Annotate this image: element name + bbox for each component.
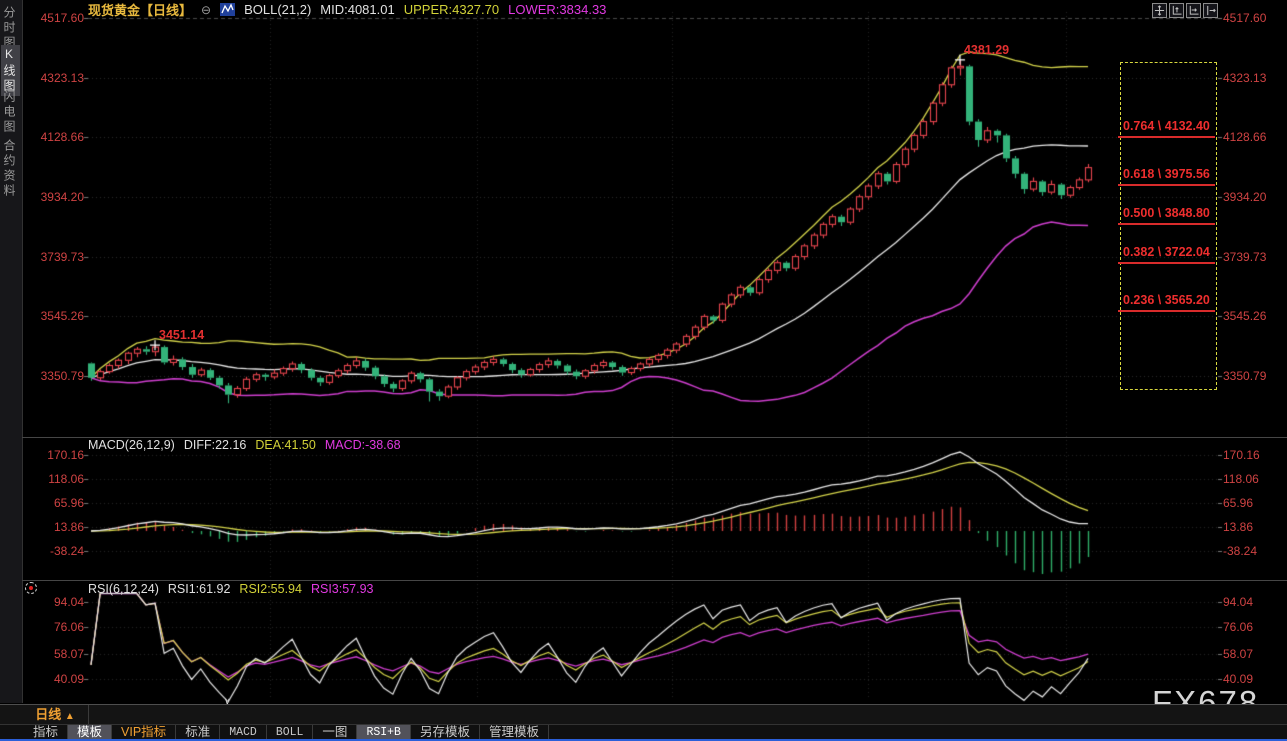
chart-canvas[interactable]	[0, 0, 1287, 741]
macd-axis-label-right: 118.06	[1223, 472, 1259, 486]
tab-boll[interactable]: BOLL	[267, 725, 314, 740]
price-axis-label-right: 4517.60	[1223, 11, 1266, 25]
fib-level-line[interactable]	[1118, 262, 1215, 264]
fib-level-label: 0.500 \ 3848.80	[1123, 206, 1210, 220]
boll-name-label: BOLL(21,2)	[244, 2, 311, 17]
price-axis-label-right: 4323.13	[1223, 71, 1266, 85]
panel-separator-macd-rsi	[22, 580, 1287, 581]
fib-level-line[interactable]	[1118, 223, 1215, 225]
boll-lower-value: LOWER:3834.33	[508, 2, 606, 17]
price-axis-label-left: 4128.66	[20, 130, 84, 144]
boll-upper-value: UPPER:4327.70	[404, 2, 499, 17]
tab-rsi-b[interactable]: RSI+B	[357, 725, 411, 740]
rsi-panel-marker-icon[interactable]	[25, 582, 37, 594]
sidebar-item-lightning-chart[interactable]: 闪电图	[1, 88, 20, 137]
boll-indicator-icon	[220, 3, 235, 16]
price-axis-label-right: 3934.20	[1223, 190, 1266, 204]
rsi-axis-label-right: 76.06	[1223, 620, 1253, 634]
price-axis-label-right: 4128.66	[1223, 130, 1266, 144]
chart-header: 现货黄金【日线】 ⊖ BOLL(21,2) MID:4081.01 UPPER:…	[88, 1, 606, 18]
local-high-annotation: 3451.14	[159, 328, 204, 342]
macd-axis-label-left: 170.16	[20, 448, 84, 462]
tab-indicators[interactable]: 指标	[24, 725, 68, 740]
fib-level-label: 0.618 \ 3975.56	[1123, 167, 1210, 181]
rsi3-value: RSI3:57.93	[311, 582, 374, 596]
macd-axis-label-left: -38.24	[20, 544, 84, 558]
fib-level-line[interactable]	[1118, 136, 1215, 138]
macd-axis-label-right: 65.96	[1223, 496, 1253, 510]
fib-level-label: 0.764 \ 4132.40	[1123, 119, 1210, 133]
rsi-axis-label-right: 94.04	[1223, 595, 1253, 609]
tab-save-template[interactable]: 另存模板	[411, 725, 480, 740]
zoom-y-axis-button[interactable]	[1169, 3, 1184, 18]
rsi-panel-header: RSI(6,12,24) RSI1:61.92 RSI2:55.94 RSI3:…	[88, 582, 374, 596]
macd-axis-label-right: 170.16	[1223, 448, 1260, 462]
boll-mid-value: MID:4081.01	[320, 2, 394, 17]
collapse-indicator-icon[interactable]: ⊖	[201, 3, 211, 17]
price-axis-label-left: 3739.73	[20, 250, 84, 264]
fib-level-line[interactable]	[1118, 310, 1215, 312]
data-gap-marker-icon: ∨	[224, 696, 231, 707]
fibonacci-retracement-box[interactable]	[1120, 62, 1217, 390]
peak-price-annotation: 4381.29	[964, 43, 1009, 57]
symbol-title: 现货黄金【日线】	[88, 0, 192, 19]
chart-app: 分时图 K线图 闪电图 合约资料 现货黄金【日线】 ⊖ BOLL(21,2) M…	[0, 0, 1287, 741]
period-selector[interactable]: 日线 ▲	[22, 705, 89, 724]
tab-macd[interactable]: MACD	[220, 725, 267, 740]
rsi1-value: RSI1:61.92	[168, 582, 231, 596]
rsi-axis-label-left: 94.04	[20, 595, 84, 609]
tab-standard[interactable]: 标准	[176, 725, 220, 740]
rsi-axis-label-right: 58.07	[1223, 647, 1253, 661]
macd-panel-header: MACD(26,12,9) DIFF:22.16 DEA:41.50 MACD:…	[88, 438, 401, 452]
fib-level-line[interactable]	[1118, 184, 1215, 186]
macd-axis-label-left: 65.96	[20, 496, 84, 510]
price-axis-label-left: 3545.26	[20, 309, 84, 323]
price-axis-label-left: 4323.13	[20, 71, 84, 85]
tab-manage-templates[interactable]: 管理模板	[480, 725, 549, 740]
tab-vip-indicators[interactable]: VIP指标	[112, 725, 176, 740]
price-axis-label-left: 3350.79	[20, 369, 84, 383]
tab-templates[interactable]: 模板	[68, 725, 112, 740]
rsi-axis-label-left: 58.07	[20, 647, 84, 661]
time-axis-row: 日线 ▲	[0, 704, 1287, 724]
crosshair-tool-button[interactable]	[1152, 3, 1167, 18]
macd-axis-label-left: 13.86	[20, 520, 84, 534]
macd-axis-label-left: 118.06	[20, 472, 84, 486]
fib-level-label: 0.382 \ 3722.04	[1123, 245, 1210, 259]
macd-axis-label-right: -38.24	[1223, 544, 1257, 558]
indicator-tab-bar: 指标 模板 VIP指标 标准 MACD BOLL 一图 RSI+B 另存模板 管…	[0, 724, 1287, 739]
price-axis-label-left: 4517.60	[20, 11, 84, 25]
price-axis-label-right: 3350.79	[1223, 369, 1266, 383]
tab-one-chart[interactable]: 一图	[313, 725, 357, 740]
macd-bar-value: MACD:-38.68	[325, 438, 401, 452]
rsi-name-label: RSI(6,12,24)	[88, 582, 159, 596]
price-axis-label-right: 3739.73	[1223, 250, 1266, 264]
macd-name-label: MACD(26,12,9)	[88, 438, 175, 452]
sidebar-item-contract-info[interactable]: 合约资料	[1, 137, 20, 201]
macd-diff-value: DIFF:22.16	[184, 438, 247, 452]
rsi2-value: RSI2:55.94	[239, 582, 302, 596]
expand-pane-button[interactable]	[1203, 3, 1218, 18]
macd-axis-label-right: 13.86	[1223, 520, 1253, 534]
rsi-axis-label-left: 76.06	[20, 620, 84, 634]
price-axis-label-left: 3934.20	[20, 190, 84, 204]
period-arrow-icon: ▲	[65, 711, 75, 722]
rsi-axis-label-left: 40.09	[20, 672, 84, 686]
macd-dea-value: DEA:41.50	[255, 438, 315, 452]
zoom-x-axis-button[interactable]	[1186, 3, 1201, 18]
price-axis-label-right: 3545.26	[1223, 309, 1266, 323]
fib-level-label: 0.236 \ 3565.20	[1123, 293, 1210, 307]
